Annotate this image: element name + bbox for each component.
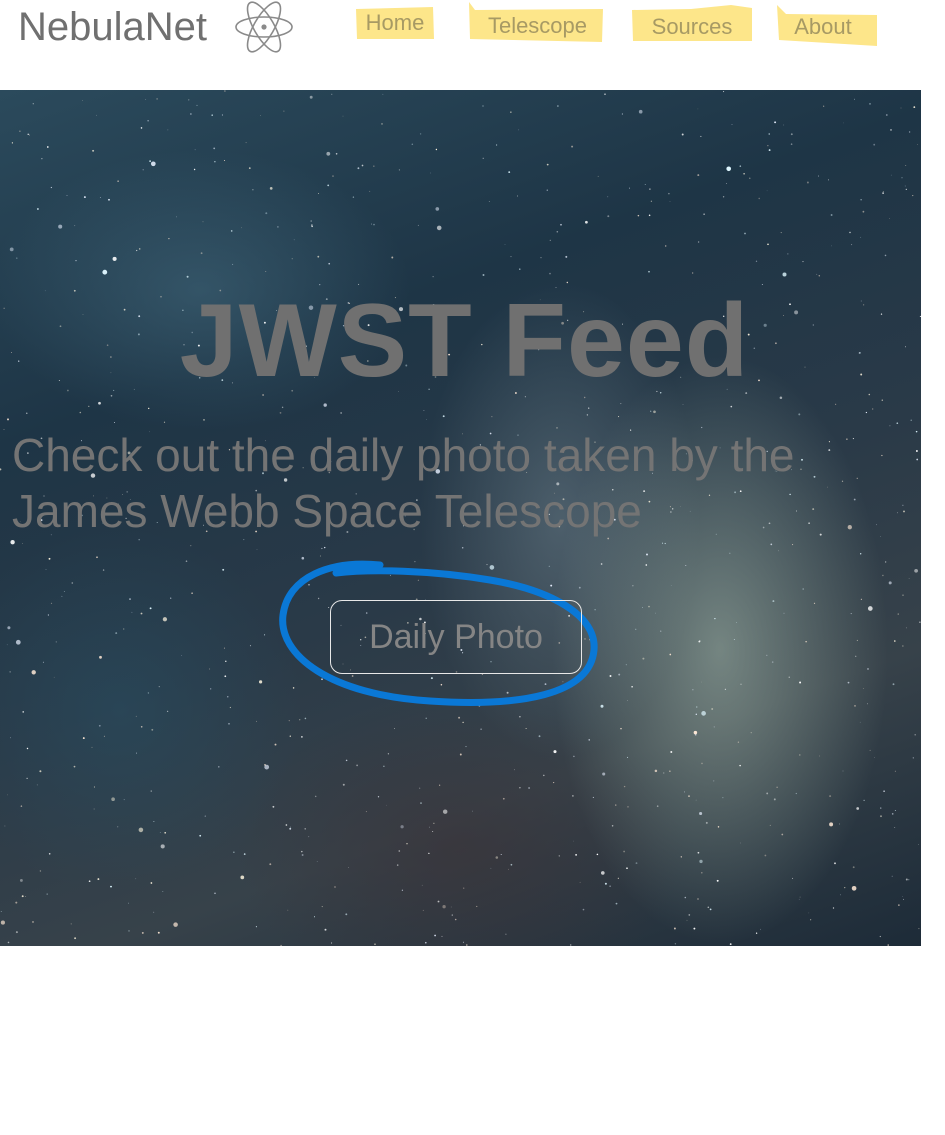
daily-photo-button[interactable]: Daily Photo	[330, 600, 582, 674]
hero-title: JWST Feed	[179, 283, 750, 399]
nav-telescope-label: Telescope	[487, 13, 588, 38]
nav-about[interactable]: About	[776, 4, 878, 47]
atom-icon	[235, 1, 293, 53]
nav-home[interactable]: Home	[355, 6, 435, 40]
nav-home-label: Home	[365, 10, 425, 35]
top-navigation-bar: NebulaNet Home Telescope Sources About	[0, 0, 945, 90]
nav-sources-label: Sources	[651, 13, 733, 39]
nav-sources[interactable]: Sources	[631, 5, 753, 42]
hero-subtitle: Check out the daily photo taken by the J…	[12, 429, 795, 537]
nav-telescope[interactable]: Telescope	[467, 1, 604, 43]
brand-name[interactable]: NebulaNet	[18, 5, 207, 49]
hero-section: JWST Feed Check out the daily photo take…	[0, 90, 921, 946]
nav-about-label: About	[794, 13, 852, 39]
